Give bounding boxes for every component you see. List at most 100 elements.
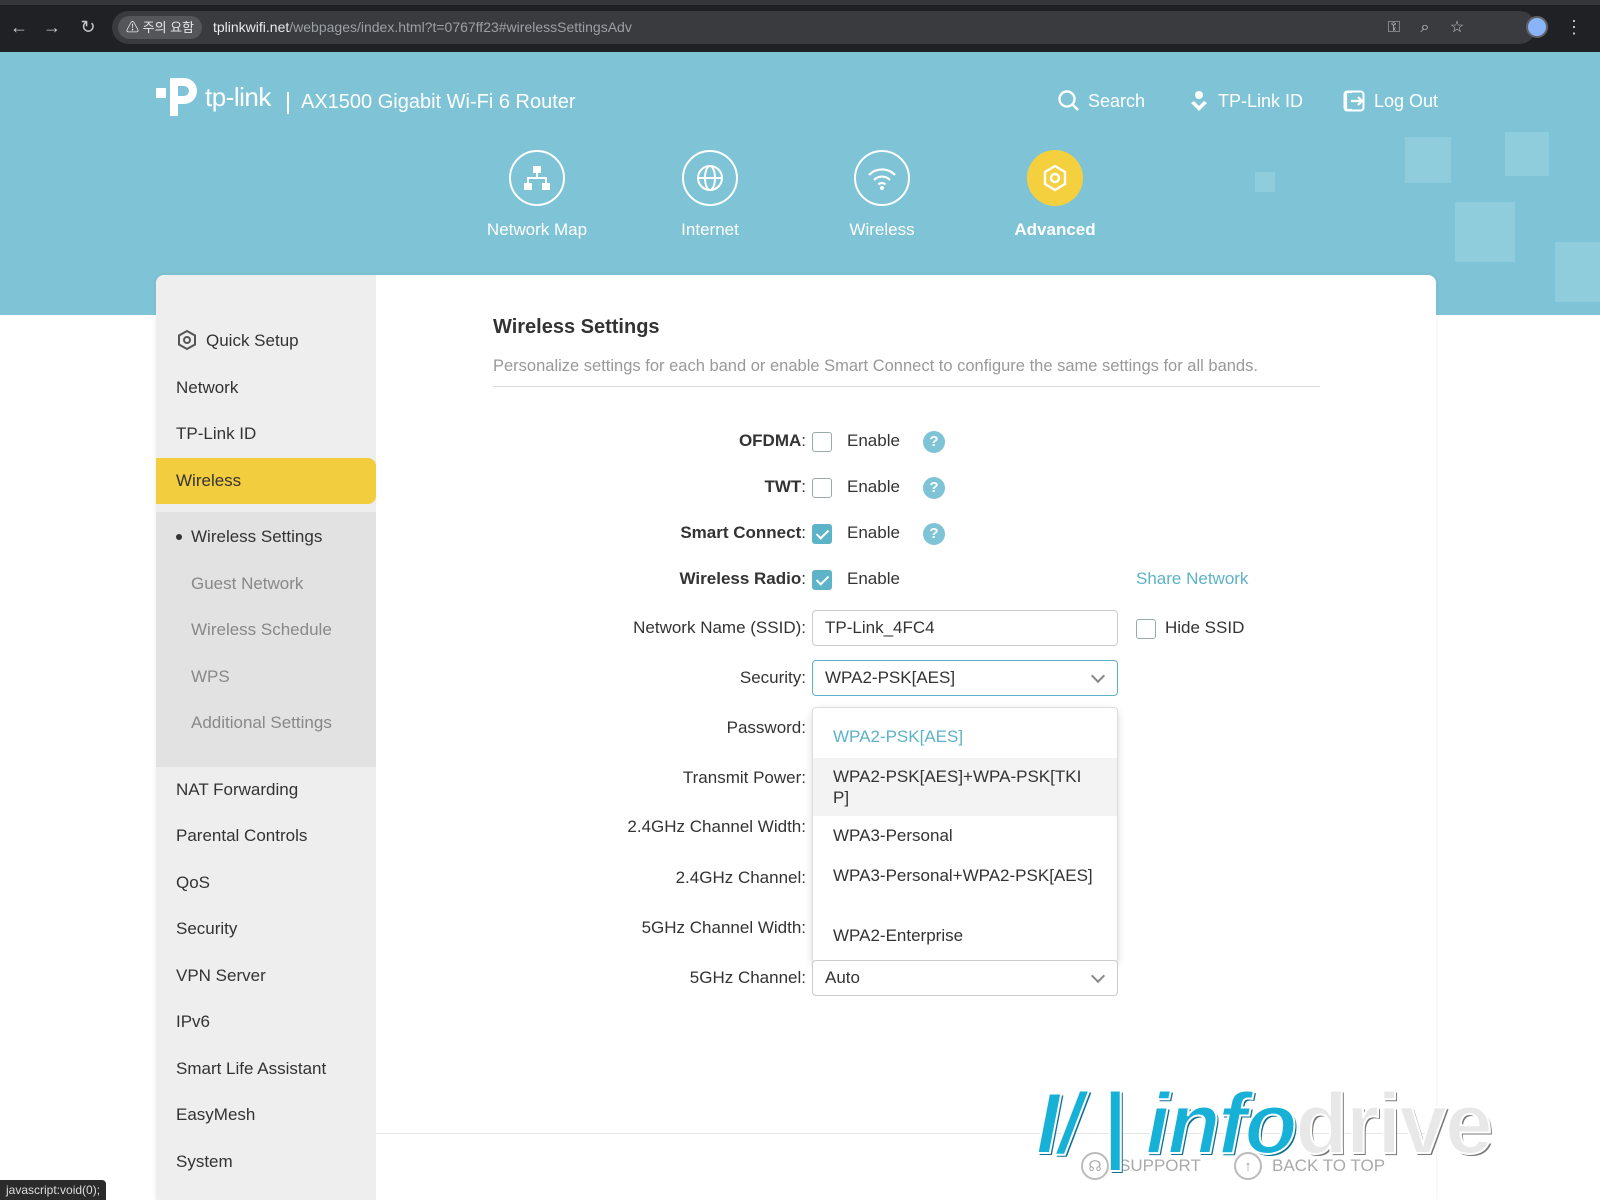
network-map-icon [524, 166, 550, 190]
bookmark-star-icon[interactable]: ☆ [1446, 17, 1468, 39]
ssid-input[interactable]: TP-Link_4FC4 [812, 610, 1118, 646]
smart-connect-help-icon[interactable]: ? [923, 523, 945, 545]
back-icon[interactable]: ← [8, 16, 30, 38]
wireless-radio-label: Wireless Radio: [679, 569, 806, 588]
decoration [1455, 202, 1515, 262]
channel-5-select[interactable]: Auto [812, 960, 1118, 996]
smart-connect-label: Smart Connect: [680, 523, 806, 542]
twt-help-icon[interactable]: ? [923, 477, 945, 499]
twt-enable-label[interactable]: Enable [847, 477, 900, 497]
security-option[interactable]: WPA2-PSK[AES]+WPA-PSK[TKIP] [813, 758, 1117, 816]
smart-connect-enable-label[interactable]: Enable [847, 523, 900, 543]
browser-menu-icon[interactable]: ⋮ [1565, 16, 1583, 38]
sidebar-item-nat-forwarding[interactable]: NAT Forwarding [156, 767, 376, 813]
tplink-logo-icon [156, 78, 197, 116]
sidebar-subitem-additional-settings[interactable]: Additional Settings [156, 700, 376, 746]
tab-strip [0, 0, 1600, 5]
sidebar: Quick Setup Network TP-Link ID Wireless … [156, 275, 376, 1200]
infodrive-watermark: I/ | infodrive [1035, 1075, 1494, 1173]
tab-internet[interactable]: Internet [640, 150, 780, 240]
active-dot [176, 534, 182, 540]
reload-icon[interactable]: ↻ [77, 16, 99, 38]
decoration [1505, 132, 1549, 176]
hide-ssid-checkbox[interactable] [1136, 619, 1156, 639]
wireless-radio-checkbox[interactable] [812, 570, 832, 590]
hide-ssid-label[interactable]: Hide SSID [1165, 618, 1244, 638]
browser-toolbar: ← → ↻ ⚠ 주의 요함 tplinkwifi.net/webpages/in… [0, 0, 1600, 52]
ofdma-enable-label[interactable]: Enable [847, 431, 900, 451]
sidebar-item-tplink-id[interactable]: TP-Link ID [156, 411, 376, 457]
security-dropdown-list: WPA2-PSK[AES] WPA2-PSK[AES]+WPA-PSK[TKIP… [812, 707, 1118, 963]
security-warning-chip[interactable]: ⚠ 주의 요함 [118, 16, 203, 39]
forward-icon[interactable]: → [41, 16, 63, 38]
zoom-icon[interactable]: ⌕ [1414, 17, 1436, 39]
tab-network-map[interactable]: Network Map [467, 150, 607, 240]
url-text[interactable]: tplinkwifi.net/webpages/index.html?t=076… [213, 19, 632, 35]
key-icon[interactable]: ⚿ [1383, 17, 1405, 39]
wireless-settings-form: Wireless Settings Personalize settings f… [376, 275, 1436, 1200]
divider [493, 386, 1320, 387]
sidebar-item-system[interactable]: System [156, 1139, 376, 1185]
chevron-down-icon [1090, 668, 1106, 684]
tab-advanced[interactable]: Advanced [985, 150, 1125, 240]
wireless-radio-enable-label[interactable]: Enable [847, 569, 900, 589]
sidebar-item-network[interactable]: Network [156, 365, 376, 411]
sidebar-item-smart-life-assistant[interactable]: Smart Life Assistant [156, 1046, 376, 1092]
share-network-link[interactable]: Share Network [1136, 569, 1248, 589]
sidebar-item-easymesh[interactable]: EasyMesh [156, 1092, 376, 1138]
decoration [1555, 242, 1600, 302]
security-label: Security: [739, 668, 806, 687]
security-option[interactable]: WPA3-Personal+WPA2-PSK[AES] [813, 865, 1117, 886]
sidebar-item-qos[interactable]: QoS [156, 860, 376, 906]
security-select[interactable]: WPA2-PSK[AES] [812, 660, 1118, 696]
sidebar-subitem-wps[interactable]: WPS [156, 654, 376, 700]
gear-icon [178, 329, 196, 351]
security-option[interactable]: WPA2-Enterprise [813, 925, 1117, 946]
transmit-power-label: Transmit Power: [682, 768, 806, 787]
section-description: Personalize settings for each band or en… [493, 357, 1258, 375]
globe-icon [697, 165, 723, 191]
section-title: Wireless Settings [493, 316, 660, 338]
channel-width-24-label: 2.4GHz Channel Width: [627, 817, 806, 836]
tplink-id-icon [1191, 91, 1207, 111]
ofdma-checkbox[interactable] [812, 432, 832, 452]
sidebar-subitem-wireless-settings[interactable]: Wireless Settings [156, 514, 376, 560]
profile-avatar[interactable] [1526, 16, 1548, 38]
sidebar-subitem-wireless-schedule[interactable]: Wireless Schedule [156, 607, 376, 653]
smart-connect-checkbox[interactable] [812, 524, 832, 544]
tab-wireless[interactable]: Wireless [812, 150, 952, 240]
password-label: Password: [726, 718, 806, 737]
link-status-tooltip: javascript:void(0); [0, 1180, 107, 1200]
sidebar-item-quick-setup[interactable]: Quick Setup [156, 318, 376, 364]
security-option[interactable]: WPA2-PSK[AES] [813, 726, 1117, 747]
ofdma-help-icon[interactable]: ? [923, 431, 945, 453]
logout-link[interactable]: Log Out [1342, 87, 1438, 115]
twt-label: TWT: [764, 477, 806, 496]
chevron-down-icon [1090, 968, 1106, 984]
sidebar-subitem-guest-network[interactable]: Guest Network [156, 561, 376, 607]
sidebar-item-ipv6[interactable]: IPv6 [156, 999, 376, 1045]
wifi-icon [868, 168, 896, 190]
ofdma-label: OFDMA: [738, 431, 806, 450]
sidebar-item-wireless[interactable]: Wireless [156, 458, 376, 504]
channel-width-5-label: 5GHz Channel Width: [641, 918, 806, 937]
decoration [1405, 137, 1451, 183]
wireless-submenu: Wireless Settings Guest Network Wireless… [156, 512, 376, 767]
logo-separator [287, 92, 289, 114]
brand-name: tp-link [205, 82, 271, 112]
search-link[interactable]: Search [1058, 87, 1145, 115]
logout-icon [1343, 90, 1365, 112]
channel-24-label: 2.4GHz Channel: [675, 868, 806, 887]
router-model: AX1500 Gigabit Wi-Fi 6 Router [301, 91, 576, 113]
tplink-id-link[interactable]: TP-Link ID [1188, 87, 1303, 115]
sidebar-item-security[interactable]: Security [156, 906, 376, 952]
ssid-label: Network Name (SSID): [633, 618, 806, 637]
decoration [1255, 172, 1275, 192]
address-bar[interactable]: ⚠ 주의 요함 tplinkwifi.net/webpages/index.ht… [112, 11, 1536, 44]
search-icon [1058, 90, 1079, 111]
sidebar-item-vpn-server[interactable]: VPN Server [156, 953, 376, 999]
twt-checkbox[interactable] [812, 478, 832, 498]
gear-icon [1043, 164, 1067, 192]
security-option[interactable]: WPA3-Personal [813, 825, 1117, 846]
sidebar-item-parental-controls[interactable]: Parental Controls [156, 813, 376, 859]
